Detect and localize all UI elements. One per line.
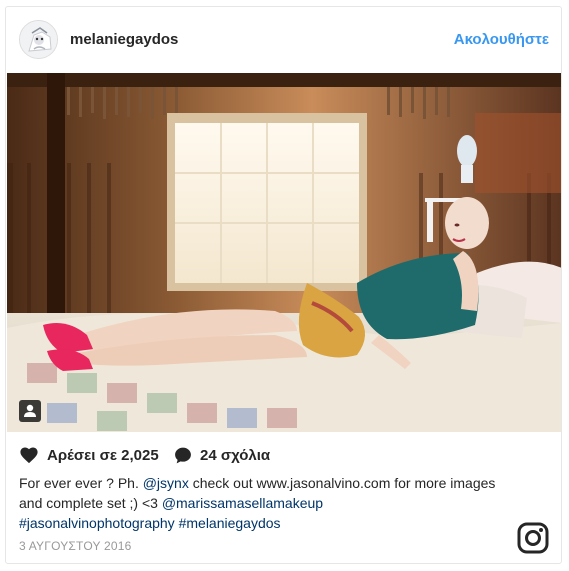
post-photo[interactable] [7,73,561,432]
comments-count[interactable]: 24 σχόλια [200,447,270,464]
instagram-embed-card: melaniegaydos Ακολουθήστε Αρέσει σε 2,02… [5,6,562,564]
mention-link[interactable]: @marissamasellamakeup [162,495,323,511]
hashtag-link[interactable]: #melaniegaydos [179,515,281,531]
instagram-icon[interactable] [517,522,549,554]
user-tag-icon[interactable] [19,400,41,422]
user-silhouette-icon [24,404,36,417]
caption-text: For ever ever ? Ph. [19,475,143,491]
follow-button[interactable]: Ακολουθήστε [454,31,549,48]
comment-icon[interactable] [173,446,193,465]
post-date: 3 ΑΥΓΟΥΣΤΟΥ 2016 [19,539,132,553]
post-header: melaniegaydos Ακολουθήστε [6,7,561,73]
post-actions: Αρέσει σε 2,025 24 σχόλια [6,445,561,467]
hashtag-link[interactable]: #jasonalvinophotography [19,515,175,531]
photo-illustration [7,73,561,432]
likes-count[interactable]: Αρέσει σε 2,025 [47,447,159,464]
heart-icon[interactable] [19,446,39,464]
username-link[interactable]: melaniegaydos [70,31,178,48]
avatar-illustration [20,21,57,58]
profile-avatar[interactable] [19,20,58,59]
post-caption: For ever ever ? Ph. @jsynx check out www… [19,473,509,533]
mention-link[interactable]: @jsynx [143,475,189,491]
